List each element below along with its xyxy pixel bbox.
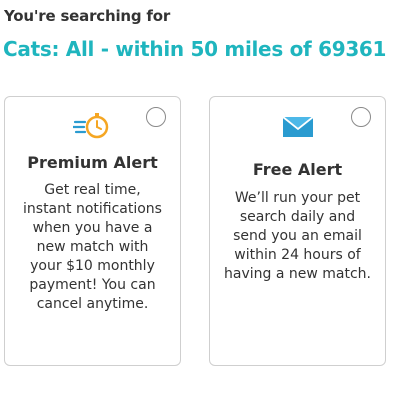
premium-alert-title: Premium Alert — [27, 153, 158, 172]
stopwatch-icon — [72, 113, 108, 139]
premium-alert-description: Get real time, instant notifications whe… — [23, 182, 162, 312]
premium-alert-radio[interactable] — [146, 107, 166, 127]
search-intro-text: You're searching for — [4, 7, 171, 25]
free-alert-description: We’ll run your pet search daily and send… — [224, 190, 371, 282]
free-alert-radio[interactable] — [351, 107, 371, 127]
envelope-icon — [281, 116, 314, 137]
free-alert-title: Free Alert — [252, 160, 343, 179]
alert-selection-page: You're searching for Cats: All - within … — [0, 0, 400, 400]
search-criteria: Cats: All - within 50 miles of 69361 — [3, 37, 387, 61]
premium-alert-card[interactable]: Premium Alert Get real time, instant not… — [4, 96, 181, 366]
free-alert-card[interactable]: Free Alert We’ll run your pet search dai… — [209, 96, 386, 366]
